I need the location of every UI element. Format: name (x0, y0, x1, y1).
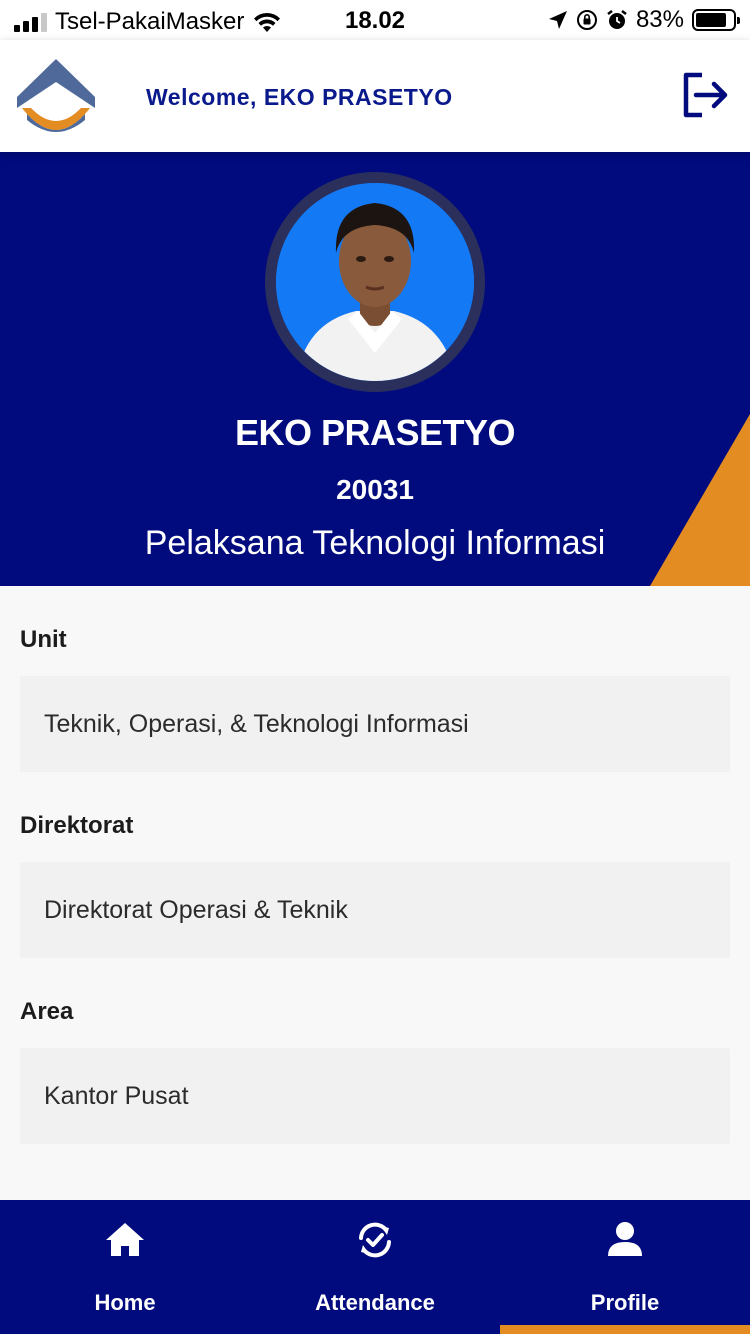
job-title: Pelaksana Teknologi Informasi (144, 524, 606, 562)
bottom-nav: Home Attendance Profile (0, 1200, 750, 1334)
employee-id: 20031 (336, 474, 414, 505)
app-header: Welcome, EKO PRASETYO (0, 40, 750, 152)
profile-icon (608, 1222, 642, 1256)
status-right: 83% (548, 6, 740, 34)
battery-icon (692, 9, 740, 31)
avatar (276, 183, 474, 381)
status-bar: Tsel-PakaiMasker 18.02 83% (0, 0, 750, 40)
area-field: Kantor Pusat (20, 1048, 730, 1144)
alarm-icon (607, 10, 627, 29)
battery-percent: 83% (635, 6, 684, 33)
attendance-icon (359, 1222, 391, 1258)
home-icon (106, 1223, 144, 1256)
nav-profile[interactable]: Profile (500, 1200, 750, 1334)
logout-icon[interactable] (680, 70, 730, 120)
location-arrow-icon (548, 11, 567, 29)
profile-name: EKO PRASETYO (234, 412, 516, 453)
welcome-text: Welcome, EKO PRASETYO (146, 84, 453, 110)
direktorat-value: Direktorat Operasi & Teknik (44, 895, 348, 924)
battery-fill (696, 13, 726, 27)
direktorat-label: Direktorat (20, 812, 134, 839)
unit-value: Teknik, Operasi, & Teknologi Informasi (44, 709, 469, 738)
company-logo (17, 59, 95, 132)
unit-field: Teknik, Operasi, & Teknologi Informasi (20, 676, 730, 772)
avatar-frame (265, 172, 485, 392)
nav-attendance-label: Attendance (315, 1290, 435, 1315)
nav-home[interactable]: Home (0, 1200, 250, 1334)
nav-profile-label: Profile (590, 1290, 660, 1315)
area-value: Kantor Pusat (44, 1081, 189, 1110)
unit-label: Unit (20, 626, 67, 653)
nav-attendance[interactable]: Attendance (250, 1200, 500, 1334)
nav-home-label: Home (94, 1290, 156, 1315)
profile-hero: EKO PRASETYO 20031 Pelaksana Teknologi I… (0, 152, 750, 586)
avatar-photo (276, 183, 474, 381)
orientation-lock-icon (576, 10, 597, 30)
direktorat-field: Direktorat Operasi & Teknik (20, 862, 730, 958)
area-label: Area (20, 998, 74, 1025)
